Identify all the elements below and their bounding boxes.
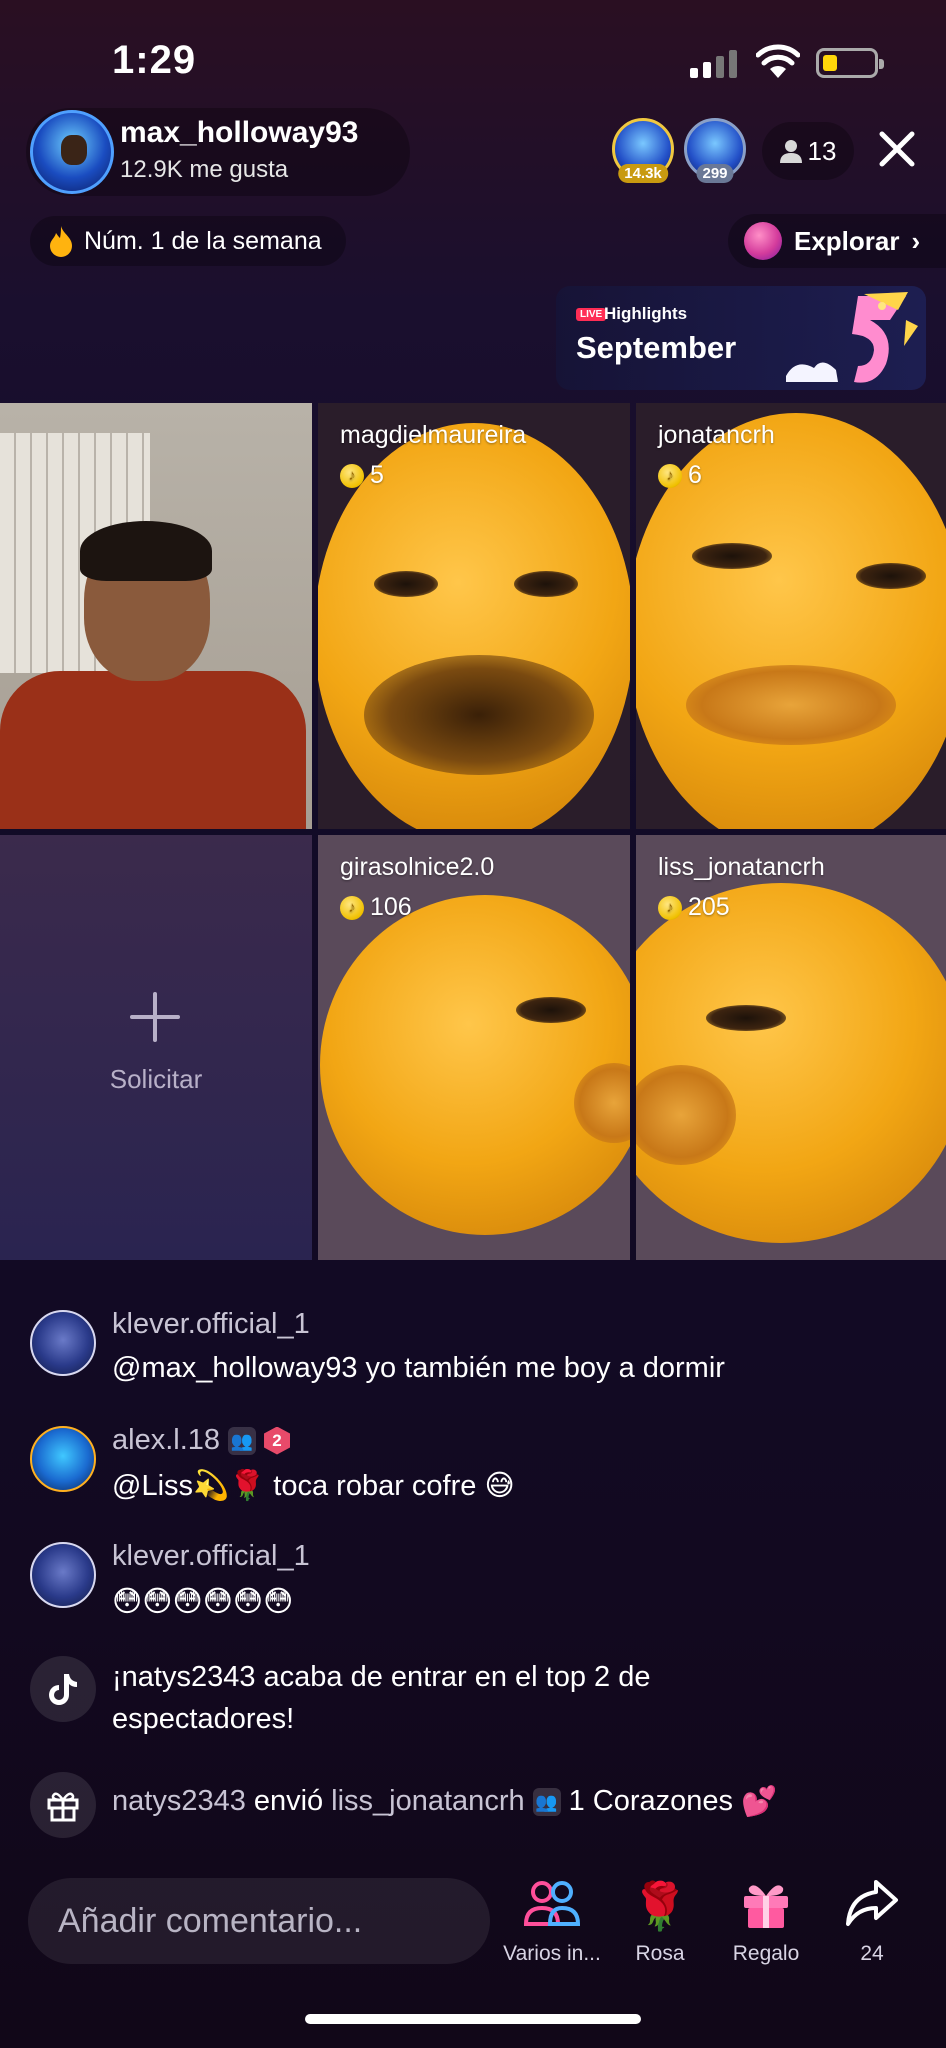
request-label[interactable]: Solicitar	[0, 1064, 312, 1095]
explore-label: Explorar	[794, 225, 900, 256]
chat-message: 😳😳😳😳😳😳	[112, 1584, 294, 1618]
guest-feed-jonatancrh[interactable]: jonatancrh ♪ 6	[636, 403, 946, 829]
chat-message: @Liss💫🌹 toca robar cofre 😅	[112, 1468, 515, 1502]
top-viewer-1-badge: 14.3k	[618, 164, 668, 183]
system-message-gift: natys2343 envió liss_jonatancrh 👥 1 Cora…	[112, 1784, 777, 1819]
action-label: Rosa	[635, 1942, 685, 1965]
chat-avatar[interactable]	[30, 1310, 96, 1376]
close-icon[interactable]	[872, 124, 922, 174]
gift-verb: envió	[253, 1785, 324, 1817]
chat-user-row: alex.l.18 👥 2	[112, 1424, 291, 1457]
chat-username[interactable]: alex.l.18	[112, 1424, 220, 1457]
chat-username[interactable]: klever.official_1	[112, 1540, 310, 1573]
gift-recipient[interactable]: liss_jonatancrh	[331, 1785, 524, 1818]
wifi-icon	[756, 44, 800, 78]
action-label: Regalo	[732, 1942, 800, 1965]
comment-input[interactable]	[28, 1878, 490, 1964]
top-viewer-2-badge: 299	[696, 164, 734, 183]
guest-feed-magdielmaureira[interactable]: magdielmaureira ♪ 5	[318, 403, 630, 829]
multi-guest-badge-icon: 👥	[228, 1426, 257, 1455]
highlights-decoration-icon	[786, 292, 918, 383]
battery-icon	[816, 48, 884, 78]
top-viewer-2-avatar[interactable]: 299	[684, 118, 746, 183]
host-likes: 12.9K me gusta	[120, 156, 289, 183]
highlights-label: Highlights	[604, 304, 688, 323]
home-indicator[interactable]	[305, 2014, 641, 2024]
top-viewer-1-avatar[interactable]: 14.3k	[612, 118, 674, 183]
guest-coins: ♪ 6	[658, 461, 702, 490]
gift-outline-icon	[30, 1772, 96, 1838]
gift-item: 1 Corazones	[568, 1785, 734, 1817]
sparkle-emoji-icon: 💫🌹	[193, 1468, 266, 1502]
level-badge: 2	[264, 1426, 291, 1455]
multi-guest-icon	[502, 1878, 602, 1934]
host-avatar[interactable]	[30, 110, 114, 194]
person-icon	[779, 140, 802, 163]
status-time: 1:29	[112, 38, 197, 82]
highlights-month: September	[576, 330, 737, 365]
share-count: 24	[860, 1942, 884, 1965]
coin-icon: ♪	[340, 463, 364, 488]
host-profile[interactable]: max_holloway93 12.9K me gusta	[26, 108, 410, 196]
rose-button[interactable]: 🌹 Rosa	[610, 1878, 710, 1966]
viewer-count: 13	[807, 135, 837, 166]
coin-icon: ♪	[658, 895, 682, 920]
guest-coins: ♪ 5	[340, 461, 384, 490]
highlights-banner[interactable]: LIVE Highlights September	[556, 286, 926, 390]
hearts-gift-icon: 💕	[741, 1784, 778, 1818]
coin-icon: ♪	[658, 463, 682, 488]
guest-username: girasolnice2.0	[340, 853, 495, 881]
weekly-rank-label: Núm. 1 de la semana	[84, 226, 322, 255]
host-camera-feed[interactable]	[0, 403, 312, 829]
rose-icon: 🌹	[631, 1879, 689, 1933]
flame-icon	[50, 226, 72, 257]
sweat-smile-emoji-icon: 😅	[484, 1468, 515, 1502]
action-label: Varios in...	[503, 1942, 601, 1965]
chat-message: @max_holloway93 yo también me boy a dorm…	[112, 1352, 725, 1384]
viewer-count-button[interactable]: 13	[762, 122, 854, 180]
weekly-rank-button[interactable]: Núm. 1 de la semana	[30, 216, 346, 266]
guest-username: magdielmaureira	[340, 421, 527, 449]
chat-avatar[interactable]	[30, 1542, 96, 1608]
multi-guest-button[interactable]: Varios in...	[502, 1878, 602, 1966]
plus-icon[interactable]	[130, 992, 180, 1042]
planet-icon	[744, 222, 782, 260]
guest-coins: ♪ 205	[658, 893, 730, 922]
chevron-right-icon: ›	[911, 225, 921, 256]
live-tag: LIVE	[576, 308, 607, 321]
chat-avatar[interactable]	[30, 1426, 96, 1492]
gift-sender[interactable]: natys2343	[112, 1785, 246, 1818]
chat-username[interactable]: klever.official_1	[112, 1308, 310, 1341]
system-message-top-entry: ¡natys2343 acaba de entrar en el top 2 d…	[112, 1661, 651, 1735]
explore-button[interactable]: Explorar ›	[728, 214, 946, 268]
gift-button[interactable]: Regalo	[716, 1878, 816, 1966]
coin-icon: ♪	[340, 895, 364, 920]
share-icon	[822, 1878, 922, 1934]
share-button[interactable]: 24	[822, 1878, 922, 1966]
gift-icon	[716, 1878, 816, 1934]
guest-feed-girasolnice[interactable]: girasolnice2.0 ♪ 106	[318, 835, 630, 1260]
tiktok-icon	[30, 1656, 96, 1722]
cellular-signal-icon	[690, 48, 737, 78]
multi-guest-badge-icon: 👥	[532, 1787, 561, 1816]
guest-feed-liss-jonatancrh[interactable]: liss_jonatancrh ♪ 205	[636, 835, 946, 1260]
guest-username: jonatancrh	[658, 421, 775, 449]
guest-coins: ♪ 106	[340, 893, 412, 922]
host-username: max_holloway93	[120, 116, 359, 149]
request-slot[interactable]	[0, 835, 312, 1260]
guest-username: liss_jonatancrh	[658, 853, 825, 881]
